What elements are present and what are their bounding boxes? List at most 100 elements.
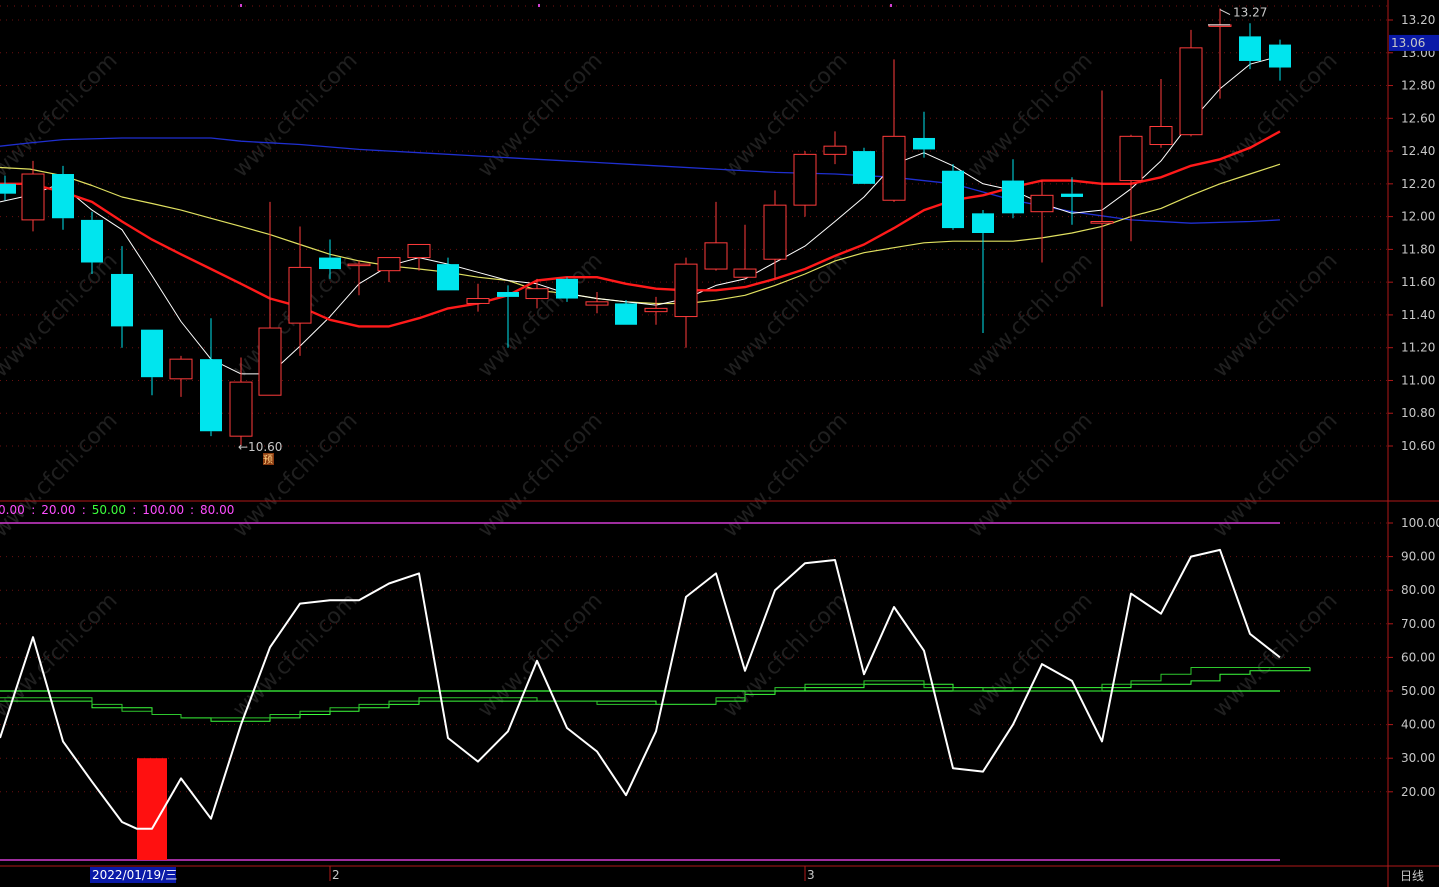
price-annotations: 13.27 ←10.60预 [238, 6, 1267, 466]
candle-body-up [169, 358, 193, 380]
price-tick-label: 11.80 [1401, 242, 1435, 256]
candle-body-up [763, 204, 787, 260]
candle [1090, 90, 1114, 307]
watermark-text: www.cfchi.com [0, 588, 123, 722]
watermark-text: www.cfchi.com [963, 48, 1097, 182]
candle [258, 201, 282, 396]
watermark-text: www.cfchi.com [963, 588, 1097, 722]
candle-body-down [615, 303, 637, 325]
price-tick-label: 10.80 [1401, 406, 1435, 420]
period-label: 日线 [1400, 869, 1424, 883]
indicator-tick-label: 60.00 [1401, 650, 1435, 664]
candle-body-up [733, 268, 757, 278]
candle-body-down [319, 257, 341, 270]
watermark-text: www.cfchi.com [0, 48, 123, 182]
price-tick-label: 12.20 [1401, 177, 1435, 191]
candle-body-down [200, 359, 222, 432]
candle [585, 291, 609, 314]
indicator-param-sep: : [132, 503, 136, 517]
candle-body-down [111, 273, 133, 327]
candle [793, 151, 817, 217]
candle [1030, 180, 1054, 263]
high-pointer [1219, 9, 1231, 15]
candle [1269, 39, 1291, 81]
stock-chart[interactable]: www.cfchi.com www.cfchi.com www.cfchi.com w… [0, 0, 1439, 887]
candle [644, 296, 668, 325]
candle [200, 318, 222, 437]
candle [52, 165, 74, 230]
price-tick-label: 10.60 [1401, 439, 1435, 453]
candle-body-up [644, 307, 668, 313]
indicator-param-sep: : [31, 503, 35, 517]
watermark-text: www.cfchi.com [473, 588, 607, 722]
high-price-label: 13.27 [1233, 6, 1267, 20]
candle-body-down [497, 291, 519, 297]
indicator-param-4: 80.00 [200, 503, 234, 517]
candle-body-up [407, 243, 431, 259]
indicator-param-sep: : [190, 503, 194, 517]
indicator-tick-label: 70.00 [1401, 617, 1435, 631]
indicator-param-1: 20.00 [41, 503, 75, 517]
candle-body-down [1269, 44, 1291, 68]
candle-body-up [882, 135, 906, 201]
candle-body-up [823, 145, 847, 155]
candle-body-down [0, 183, 16, 194]
candle-body-down [141, 329, 163, 378]
indicator-axis: 100.00 90.00 80.00 70.00 60.00 50.00 40.00 30.0… [1388, 516, 1439, 799]
candle [733, 224, 757, 279]
indicator-tick-label: 100.00 [1401, 516, 1439, 530]
moving-average-lines [0, 55, 1281, 375]
candle [674, 257, 698, 348]
candle [704, 201, 728, 271]
price-axis: 13.2013.0012.8012.6012.4012.2012.0011.80… [1388, 13, 1439, 453]
candle-body-down [942, 170, 964, 229]
candle-body-up [288, 266, 312, 324]
candle [763, 190, 787, 279]
candle-body-down [437, 264, 459, 291]
candle [1179, 29, 1203, 137]
candle [556, 277, 578, 302]
ma-white-line [0, 55, 1281, 375]
candle-body-up [674, 263, 698, 318]
chart-frame [0, 0, 1439, 887]
indicator-param-2: 50.00 [92, 503, 126, 517]
green-step-line-b [0, 667, 1310, 719]
date-marker-label: 3 [807, 868, 815, 882]
candle [141, 329, 163, 396]
candle-body-down [81, 219, 103, 263]
candle-body-up [585, 301, 609, 306]
indicator-tick-label: 30.00 [1401, 751, 1435, 765]
candle [1002, 159, 1024, 219]
candle-body-down [1239, 36, 1261, 61]
candle-body-up [466, 298, 490, 304]
watermark-text: www.cfchi.com [718, 48, 852, 182]
candle-body-down [52, 174, 74, 219]
price-tick-label: 13.20 [1401, 13, 1435, 27]
candle-body-up [793, 153, 817, 206]
candle [913, 111, 935, 158]
candle [377, 257, 401, 283]
candle-body-up [377, 257, 401, 272]
watermark-text: www.cfchi.com [1208, 48, 1342, 182]
candle [1149, 78, 1173, 148]
candle-body-up [525, 288, 549, 300]
candle [615, 300, 637, 325]
watermark-text: www.cfchi.com [1208, 248, 1342, 382]
watermark-text: www.cfchi.com [1208, 588, 1342, 722]
candle-body-up [347, 263, 371, 267]
top-marker [538, 4, 540, 7]
price-tick-label: 12.00 [1401, 210, 1435, 224]
price-tick-label: 11.00 [1401, 373, 1435, 387]
candle-body-down [1002, 180, 1024, 214]
indicator-param-sep: : [82, 503, 86, 517]
candle-body-up [1030, 194, 1054, 213]
candle [882, 59, 906, 202]
candle-body-up [1119, 135, 1143, 182]
candle [288, 226, 312, 356]
watermark-text: www.cfchi.com [718, 588, 852, 722]
candle [942, 164, 964, 230]
price-tick-label: 11.60 [1401, 275, 1435, 289]
indicator-param-0: 0.00 [0, 503, 25, 517]
current-price-label: 13.06 [1391, 36, 1425, 50]
price-tick-label: 12.60 [1401, 111, 1435, 125]
